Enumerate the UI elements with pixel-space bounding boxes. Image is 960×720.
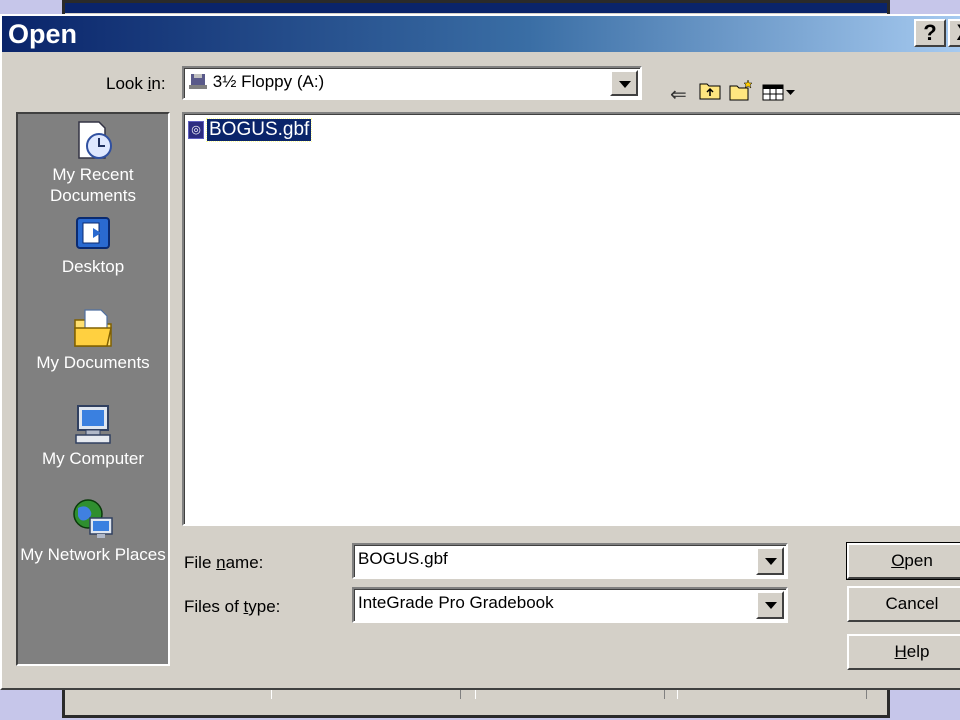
look-in-label-accel: i — [147, 74, 152, 93]
file-type-label-post: ype: — [248, 597, 281, 616]
look-in-combo[interactable]: 3½ Floppy (A:) — [182, 66, 642, 100]
cancel-button[interactable]: Cancel — [847, 586, 960, 622]
look-in-dropdown-button[interactable] — [610, 70, 638, 96]
my-computer-icon — [75, 405, 111, 444]
help-title-button[interactable]: ? — [914, 19, 946, 47]
place-label: Desktop — [61, 257, 125, 276]
file-name-combo[interactable]: BOGUS.gbf — [352, 543, 788, 579]
place-label: My Network Places — [20, 545, 166, 564]
floppy-drive-icon — [189, 74, 207, 89]
network-places-icon — [73, 499, 113, 538]
file-name-label: File name: — [184, 553, 263, 573]
file-item[interactable]: ◎ BOGUS.gbf — [188, 118, 313, 142]
place-label: My Documents — [36, 353, 150, 372]
file-name-label-accel: n — [216, 553, 226, 572]
help-button[interactable]: Help — [847, 634, 960, 670]
new-folder-icon[interactable] — [729, 79, 753, 101]
help-button-label: elp — [906, 642, 930, 661]
file-type-label: Files of type: — [184, 597, 280, 617]
gradebook-file-icon: ◎ — [188, 121, 204, 139]
file-type-label-pre: Files of — [184, 597, 244, 616]
place-label: My Recent Documents — [50, 165, 136, 205]
place-desktop[interactable]: Desktop — [18, 214, 168, 277]
file-name-label-post: ame: — [225, 553, 264, 572]
place-label: My Computer — [41, 449, 145, 468]
open-button[interactable]: Open — [846, 542, 960, 580]
look-in-value: 3½ Floppy (A:) — [212, 72, 325, 91]
back-icon[interactable]: ⇐ — [670, 82, 687, 107]
file-type-dropdown-button[interactable] — [756, 591, 784, 619]
place-my-documents[interactable]: My Documents — [18, 306, 168, 373]
look-in-value-wrap: 3½ Floppy (A:) — [188, 72, 324, 92]
close-title-button[interactable]: X — [948, 19, 960, 47]
place-my-computer[interactable]: My Computer — [18, 402, 168, 469]
file-name-dropdown-button[interactable] — [756, 547, 784, 575]
recent-documents-icon — [78, 121, 112, 159]
file-type-value: InteGrade Pro Gradebook — [358, 593, 554, 612]
file-item-name: BOGUS.gbf — [205, 118, 313, 142]
file-list[interactable]: ◎ BOGUS.gbf — [182, 112, 960, 526]
places-bar: My Recent Documents Desktop My Documents — [16, 112, 170, 666]
my-documents-icon — [74, 309, 112, 347]
look-in-label: Look in: — [106, 74, 166, 93]
open-dialog: Open ? X Look in: 3½ Floppy (A:) ⇐ — [0, 14, 960, 690]
file-type-combo[interactable]: InteGrade Pro Gradebook — [352, 587, 788, 623]
background-window-titlebar — [65, 3, 887, 13]
open-button-accel: O — [891, 551, 905, 570]
open-button-label: pen — [904, 551, 933, 570]
desktop-icon — [76, 217, 110, 249]
place-my-recent-documents[interactable]: My Recent Documents — [18, 118, 168, 206]
up-folder-icon[interactable] — [699, 80, 721, 100]
help-button-accel: H — [894, 642, 907, 661]
views-menu-icon[interactable] — [762, 84, 796, 102]
place-my-network-places[interactable]: My Network Places — [18, 496, 168, 565]
file-name-label-pre: File — [184, 553, 217, 572]
file-name-input[interactable]: BOGUS.gbf — [358, 549, 448, 569]
dialog-title: Open — [8, 19, 78, 49]
dialog-titlebar[interactable]: Open ? X — [2, 16, 960, 52]
